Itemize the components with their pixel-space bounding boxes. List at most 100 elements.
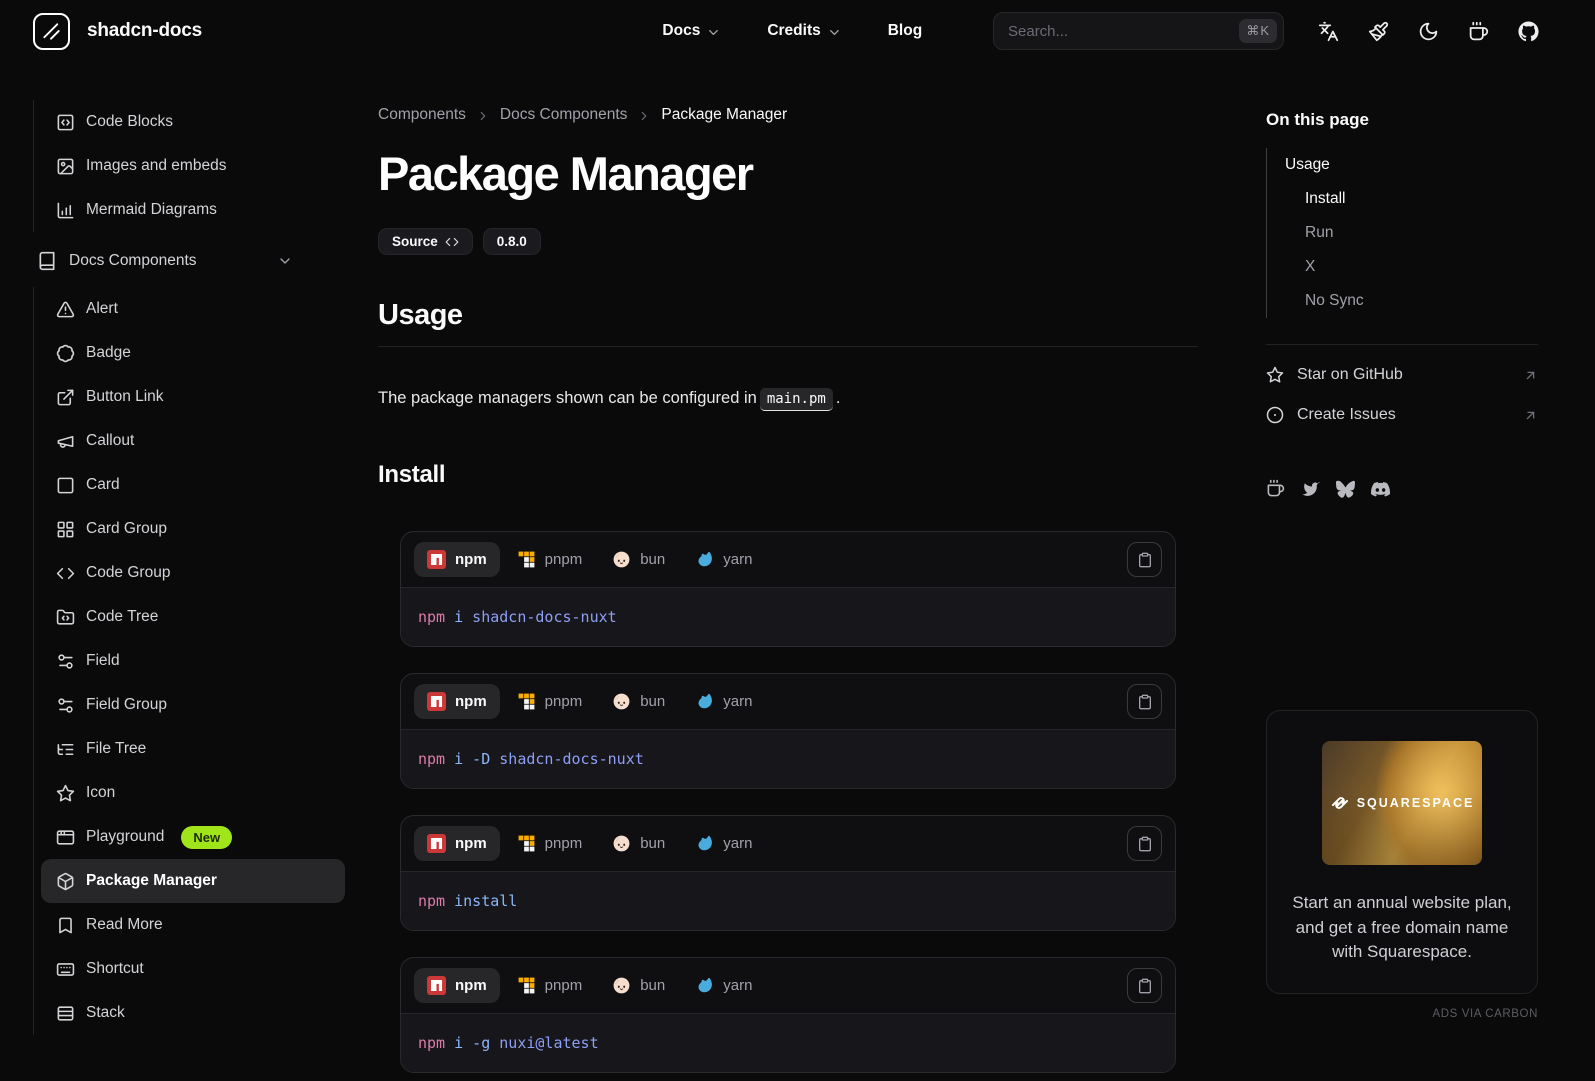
tab-bun[interactable]: bun — [599, 968, 678, 1003]
copy-button[interactable] — [1127, 968, 1162, 1004]
sidebar-item-package-manager[interactable]: Package Manager — [41, 859, 345, 903]
sidebar-docs-components-group: Alert Badge Button Link Callout Card Card Gro… — [33, 287, 345, 1035]
link-create-issues[interactable]: Create Issues — [1266, 395, 1538, 435]
sidebar-item-label: Code Group — [86, 564, 171, 581]
sidebar-item-card-group[interactable]: Card Group — [41, 507, 345, 551]
search-box[interactable]: ⌘K — [993, 12, 1284, 50]
topnav-item-docs[interactable]: Docs — [662, 22, 721, 40]
settings-icon — [56, 696, 75, 715]
tab-npm[interactable]: npm — [414, 684, 500, 720]
sidebar-item-field[interactable]: Field — [41, 639, 345, 683]
search-input[interactable] — [1008, 22, 1240, 40]
tab-yarn[interactable]: yarn — [682, 542, 765, 577]
tab-npm[interactable]: npm — [414, 542, 500, 578]
coffee-icon[interactable] — [1266, 479, 1285, 498]
sidebar-item-label: Button Link — [86, 388, 164, 405]
tab-pnpm[interactable]: pnpm — [504, 968, 596, 1003]
sidebar-item-icon[interactable]: Icon — [41, 771, 345, 815]
copy-button[interactable] — [1127, 542, 1162, 578]
sidebar-item-images-and-embeds[interactable]: Images and embeds — [41, 144, 345, 188]
tab-label: bun — [640, 551, 666, 569]
pnpm-icon — [517, 550, 536, 569]
tab-label: bun — [640, 693, 666, 711]
moon-icon[interactable] — [1418, 21, 1439, 42]
tab-label: yarn — [723, 693, 753, 711]
tab-yarn[interactable]: yarn — [682, 968, 765, 1003]
sidebar-item-field-group[interactable]: Field Group — [41, 683, 345, 727]
sidebar-item-card[interactable]: Card — [41, 463, 345, 507]
github-icon[interactable] — [1518, 20, 1539, 42]
tab-bun[interactable]: bun — [599, 542, 678, 577]
sidebar-item-file-tree[interactable]: File Tree — [41, 727, 345, 771]
sidebar-item-docs-components[interactable]: Docs Components — [37, 237, 293, 285]
sidebar-item-button-link[interactable]: Button Link — [41, 375, 345, 419]
coffee-icon[interactable] — [1468, 21, 1489, 42]
butterfly-icon[interactable] — [1336, 479, 1355, 498]
tab-npm[interactable]: npm — [414, 826, 500, 862]
sidebar-item-code-group[interactable]: Code Group — [41, 551, 345, 595]
twitter-icon[interactable] — [1301, 479, 1320, 498]
link-star-on-github[interactable]: Star on GitHub — [1266, 355, 1538, 395]
npm-icon — [427, 834, 446, 854]
sidebar-item-code-blocks[interactable]: Code Blocks — [41, 100, 345, 144]
tab-yarn[interactable]: yarn — [682, 684, 765, 719]
sidebar-item-callout[interactable]: Callout — [41, 419, 345, 463]
tab-label: bun — [640, 835, 666, 853]
sidebar-item-read-more[interactable]: Read More — [41, 903, 345, 947]
discord-icon[interactable] — [1371, 479, 1390, 498]
tab-yarn[interactable]: yarn — [682, 826, 765, 861]
search-shortcut-kbd: ⌘K — [1239, 19, 1277, 43]
shadcn-logo-icon — [33, 12, 70, 50]
code-token: shadcn-docs-nuxt — [490, 750, 644, 769]
toc-item-no-sync[interactable]: No Sync — [1267, 284, 1538, 318]
breadcrumb-current: Package Manager — [661, 106, 788, 123]
code-line: npm install — [401, 871, 1175, 931]
left-sidebar: Code Blocks Images and embeds Mermaid Diag… — [33, 100, 345, 1035]
tab-pnpm[interactable]: pnpm — [504, 542, 596, 577]
keyboard-icon — [56, 960, 75, 979]
code-line: npm i -g nuxi@latest — [401, 1013, 1175, 1073]
ad-text[interactable]: Start an annual website plan, and get a … — [1287, 891, 1517, 965]
topnav-label: Blog — [887, 22, 923, 39]
rail-divider — [1266, 344, 1538, 345]
topnav-item-blog[interactable]: Blog — [888, 22, 922, 40]
sidebar-item-playground[interactable]: Playground New — [41, 815, 345, 859]
toc-item-x[interactable]: X — [1267, 250, 1538, 284]
toc-item-install[interactable]: Install — [1267, 182, 1538, 216]
copy-button[interactable] — [1127, 684, 1162, 720]
copy-button[interactable] — [1127, 826, 1162, 862]
topnav-item-credits[interactable]: Credits — [767, 22, 841, 40]
ad-image[interactable]: SQUARESPACE — [1322, 741, 1482, 865]
breadcrumb-link[interactable]: Docs Components — [500, 106, 628, 124]
breadcrumb-link[interactable]: Components — [378, 106, 466, 124]
tab-pnpm[interactable]: pnpm — [504, 826, 596, 861]
bun-icon — [612, 976, 631, 995]
arrow-up-right — [1523, 368, 1538, 383]
tab-bun[interactable]: bun — [599, 684, 678, 719]
main-pm-code-link[interactable]: main.pm — [759, 388, 833, 411]
sidebar-item-mermaid-diagrams[interactable]: Mermaid Diagrams — [41, 188, 345, 232]
sidebar-item-code-tree[interactable]: Code Tree — [41, 595, 345, 639]
sidebar-item-badge[interactable]: Badge — [41, 331, 345, 375]
tab-label: bun — [640, 977, 666, 995]
tab-pnpm[interactable]: pnpm — [504, 684, 596, 719]
code-icon — [56, 564, 75, 583]
brand[interactable]: shadcn-docs — [33, 12, 202, 50]
pnpm-icon — [517, 976, 536, 995]
breadcrumb: Components Docs Components Package Manager — [378, 106, 1198, 124]
toc-item-run[interactable]: Run — [1267, 216, 1538, 250]
languages-icon[interactable] — [1318, 21, 1339, 42]
source-badge[interactable]: Source — [378, 228, 473, 255]
paintbrush-icon[interactable] — [1368, 21, 1389, 42]
sidebar-item-shortcut[interactable]: Shortcut — [41, 947, 345, 991]
sidebar-item-label: Package Manager — [86, 872, 217, 889]
sidebar-item-alert[interactable]: Alert — [41, 287, 345, 331]
sidebar-item-stack[interactable]: Stack — [41, 991, 345, 1035]
toc-item-usage[interactable]: Usage — [1267, 148, 1538, 182]
sidebar-item-label: Images and embeds — [86, 157, 227, 174]
tab-bun[interactable]: bun — [599, 826, 678, 861]
tab-label: npm — [455, 693, 487, 711]
clipboard-icon — [1137, 836, 1153, 852]
sidebar-item-label: Code Tree — [86, 608, 159, 625]
tab-npm[interactable]: npm — [414, 968, 500, 1004]
